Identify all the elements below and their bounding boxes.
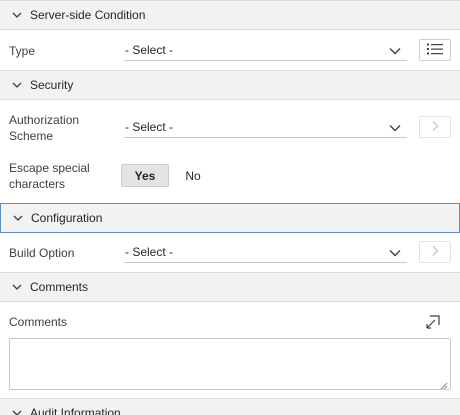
section-header-comments[interactable]: Comments <box>0 272 460 302</box>
section-header-configuration[interactable]: Configuration <box>0 203 460 233</box>
build-option-go-button[interactable] <box>419 241 451 263</box>
section-title: Security <box>30 78 74 92</box>
authorization-scheme-select[interactable]: - Select - <box>124 116 407 138</box>
section-header-server-side-condition[interactable]: Server-side Condition <box>0 0 460 30</box>
chevron-down-icon <box>12 212 24 224</box>
type-label: Type <box>9 44 36 58</box>
chevron-right-icon <box>431 120 439 135</box>
chevron-down-icon <box>11 281 23 293</box>
build-option-select-value: - Select - <box>125 244 174 259</box>
section-title: Audit Information <box>30 406 121 415</box>
chevron-down-icon <box>389 45 401 55</box>
section-title: Configuration <box>31 211 103 225</box>
expand-button[interactable] <box>425 314 443 330</box>
type-list-button[interactable] <box>419 39 451 61</box>
resize-grip-icon[interactable] <box>440 379 448 390</box>
escape-yes-option[interactable]: Yes <box>121 164 169 187</box>
build-option-label: Build Option <box>9 246 75 260</box>
escape-no-option[interactable]: No <box>178 164 208 187</box>
section-title: Comments <box>30 280 89 294</box>
expand-icon <box>425 315 441 333</box>
type-select[interactable]: - Select - <box>124 39 407 61</box>
build-option-select[interactable]: - Select - <box>124 241 407 263</box>
authorization-scheme-go-button[interactable] <box>419 116 451 138</box>
section-header-audit-information[interactable]: Audit Information <box>0 398 460 415</box>
chevron-down-icon <box>389 122 401 132</box>
section-title: Server-side Condition <box>30 8 146 22</box>
authorization-scheme-label-line1: Authorization <box>9 113 80 127</box>
chevron-down-icon <box>389 247 401 257</box>
authorization-scheme-select-value: - Select - <box>125 119 174 134</box>
authorization-scheme-label: Authorization Scheme <box>9 112 79 144</box>
chevron-down-icon <box>11 9 23 21</box>
escape-label-line1: Escape special <box>9 161 90 175</box>
authorization-scheme-label-line2: Scheme <box>9 129 54 143</box>
comments-textarea[interactable] <box>9 338 451 390</box>
chevron-right-icon <box>431 245 439 260</box>
chevron-down-icon <box>11 79 23 91</box>
comments-label: Comments <box>9 315 68 329</box>
section-header-security[interactable]: Security <box>0 70 460 100</box>
chevron-down-icon <box>11 407 23 415</box>
escape-special-characters-label: Escape special characters <box>9 160 90 192</box>
list-icon <box>427 43 443 58</box>
type-select-value: - Select - <box>125 42 174 57</box>
escape-label-line2: characters <box>9 177 66 191</box>
